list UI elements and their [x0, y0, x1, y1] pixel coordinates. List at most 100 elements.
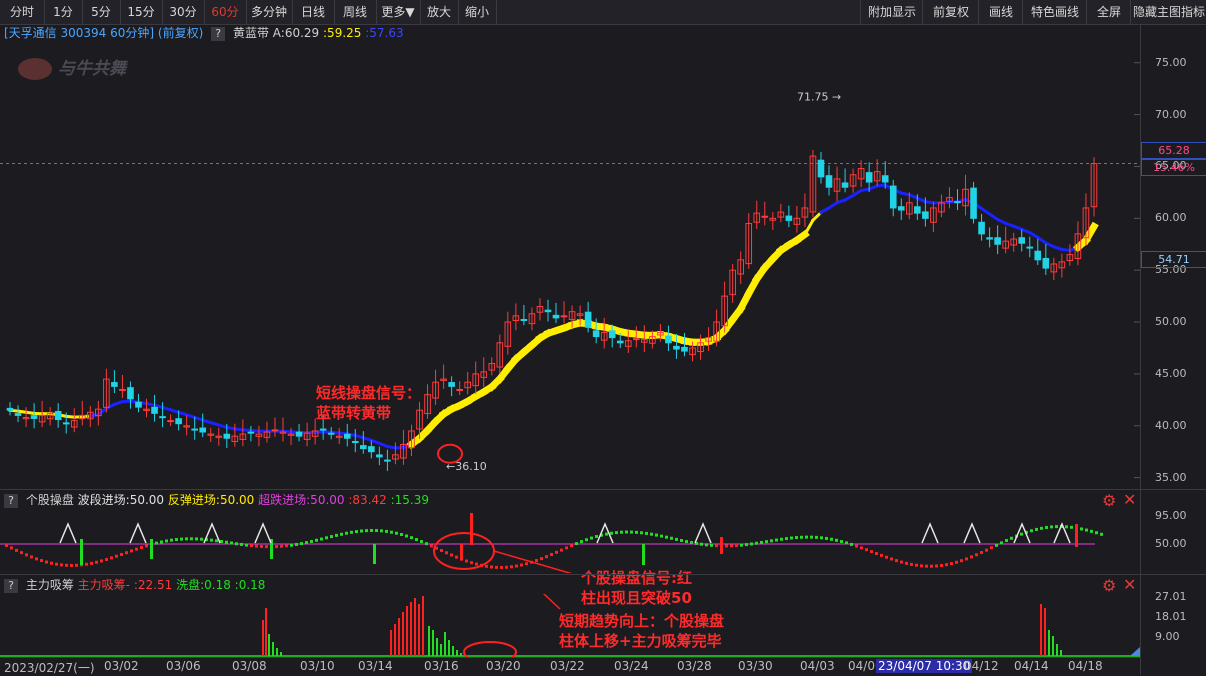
- period-button[interactable]: 缩小: [458, 0, 497, 24]
- toolbar-action-button[interactable]: 隐藏主图指标: [1130, 0, 1206, 24]
- oscillator-dot: [785, 537, 788, 540]
- panel3-acc-value: :22.51: [134, 578, 172, 592]
- oscillator-dot: [115, 555, 118, 558]
- oscillator-dot: [250, 544, 253, 547]
- oscillator-dot: [840, 540, 843, 543]
- oscillator-dot: [930, 565, 933, 568]
- period-button[interactable]: 日线: [292, 0, 335, 24]
- oscillator-dot: [45, 561, 48, 564]
- gear-icon[interactable]: ⚙: [1102, 576, 1116, 595]
- period-button[interactable]: 1分: [44, 0, 83, 24]
- close-icon[interactable]: ✕: [1123, 575, 1136, 594]
- toolbar-action-button[interactable]: 全屏: [1086, 0, 1131, 24]
- panel3-acc: 主力吸筹-: [78, 578, 130, 592]
- operation-indicator-chart[interactable]: [0, 509, 1140, 573]
- date-tick-label: 04/14: [1014, 659, 1049, 673]
- oscillator-dot: [10, 546, 13, 549]
- candle-body: [112, 383, 118, 387]
- period-button[interactable]: 60分: [204, 0, 247, 24]
- oscillator-dot: [920, 564, 923, 567]
- candle-body: [200, 428, 206, 432]
- help-icon[interactable]: ?: [4, 494, 18, 508]
- oscillator-dot: [805, 536, 808, 539]
- oscillator-dot: [135, 548, 138, 551]
- candle-body: [762, 216, 768, 217]
- period-button[interactable]: 分时: [0, 0, 45, 24]
- oscillator-dot: [245, 544, 248, 547]
- period-button[interactable]: 更多▼: [376, 0, 421, 24]
- candle-body: [15, 414, 21, 416]
- oscillator-dot: [880, 554, 883, 557]
- oscillator-dot: [1050, 525, 1053, 528]
- toolbar-action-button[interactable]: 前复权: [922, 0, 979, 24]
- oscillator-dot: [905, 562, 908, 565]
- reference-price-tag: 54.71: [1141, 251, 1206, 268]
- candle-body: [890, 186, 896, 208]
- candle-body: [955, 202, 961, 203]
- period-button[interactable]: 周线: [334, 0, 377, 24]
- oscillator-dot: [320, 538, 323, 541]
- oscillator-dot: [65, 564, 68, 567]
- oscillator-dot: [355, 530, 358, 533]
- help-icon[interactable]: ?: [4, 579, 18, 593]
- oscillator-dot: [635, 531, 638, 534]
- oscillator-dot: [415, 538, 418, 541]
- candle-body: [898, 207, 904, 210]
- price-tick-label: 60.00: [1155, 211, 1187, 224]
- period-button[interactable]: 30分: [162, 0, 205, 24]
- candle-body: [545, 310, 551, 312]
- oscillator-dot: [180, 538, 183, 541]
- oscillator-dot: [865, 548, 868, 551]
- indicator-tick-label: 27.01: [1155, 590, 1187, 603]
- wash-bar: [444, 632, 446, 656]
- candle-body: [128, 388, 134, 399]
- candlestick-chart[interactable]: 71.75 →←36.10: [0, 42, 1140, 488]
- oscillator-dot: [680, 539, 683, 542]
- period-button[interactable]: 15分: [120, 0, 163, 24]
- oscillator-dot: [35, 557, 38, 560]
- toolbar-action-button[interactable]: 特色画线: [1022, 0, 1087, 24]
- oscillator-dot: [40, 559, 43, 562]
- oscillator-dot: [900, 561, 903, 564]
- accumulation-bar: [402, 612, 404, 656]
- oscillator-dot: [155, 542, 158, 545]
- oscillator-dot: [185, 537, 188, 540]
- period-button[interactable]: 多分钟: [246, 0, 293, 24]
- candle-body: [377, 455, 383, 457]
- oscillator-dot: [405, 534, 408, 537]
- oscillator-dot: [360, 530, 363, 533]
- oscillator-dot: [225, 541, 228, 544]
- oscillator-dot: [495, 566, 498, 569]
- oscillator-dot: [940, 564, 943, 567]
- candle-body: [987, 238, 993, 239]
- candle-body: [842, 183, 848, 187]
- candle-body: [979, 222, 985, 234]
- panel2-oversold: 超跌进场:50.00: [258, 493, 344, 507]
- period-button[interactable]: 放大: [420, 0, 459, 24]
- oscillator-dot: [655, 534, 658, 537]
- wash-bar: [440, 644, 442, 656]
- wash-bar: [428, 626, 430, 656]
- oscillator-dot: [730, 544, 733, 547]
- help-icon[interactable]: ?: [211, 27, 225, 41]
- gear-icon[interactable]: ⚙: [1102, 491, 1116, 510]
- entry-triangle: [255, 524, 271, 543]
- oscillator-dot: [765, 540, 768, 543]
- time-axis: 2023/02/27(一)03/0203/0603/0803/1003/1403…: [0, 657, 1140, 676]
- oscillator-dot: [995, 544, 998, 547]
- oscillator-dot: [515, 565, 518, 568]
- oscillator-dot: [780, 538, 783, 541]
- candle-body: [1027, 247, 1033, 248]
- close-icon[interactable]: ✕: [1123, 490, 1136, 509]
- oscillator-dot: [385, 530, 388, 533]
- oscillator-dot: [745, 543, 748, 546]
- bull-logo-icon: [18, 58, 52, 80]
- toolbar-action-button[interactable]: 画线: [978, 0, 1023, 24]
- panel-divider: [0, 489, 1206, 490]
- toolbar-action-button[interactable]: 附加显示: [860, 0, 923, 24]
- oscillator-dot: [485, 565, 488, 568]
- oscillator-dot: [350, 531, 353, 534]
- oscillator-dot: [190, 537, 193, 540]
- indicator-tick-label: 95.00: [1155, 509, 1187, 522]
- period-button[interactable]: 5分: [82, 0, 121, 24]
